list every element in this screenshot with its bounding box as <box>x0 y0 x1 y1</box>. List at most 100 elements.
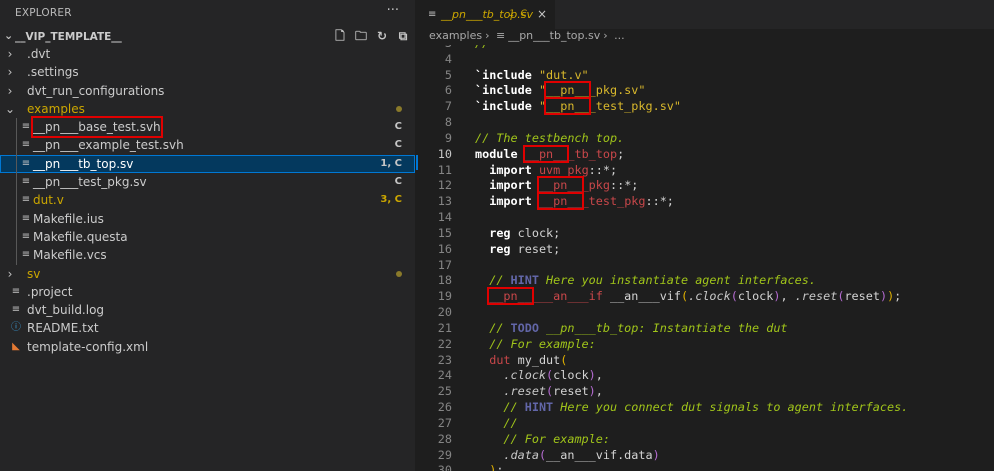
tree-item[interactable]: ≡ __pn___test_pkg.sv C <box>0 173 415 191</box>
code-token: // For example: <box>489 336 596 351</box>
breadcrumb-symbol[interactable]: ... <box>614 29 625 42</box>
line-number: 21 <box>437 320 452 335</box>
code-token: , <box>780 289 795 304</box>
code-line: 28 // For example: <box>416 432 994 448</box>
tree-item-label: Makefile.vcs <box>33 248 107 263</box>
workspace-root[interactable]: ⌄ __VIP_TEMPLATE__ 🗋 🗀 ↻ ⧉ <box>0 27 415 47</box>
line-number: 15 <box>437 225 452 240</box>
code-text: // <box>475 45 489 52</box>
code-token: _tb_top <box>567 146 618 161</box>
code-token: clock; <box>510 225 561 240</box>
status-badge: C <box>394 121 402 133</box>
ellipsis-icon[interactable]: ··· <box>387 3 399 18</box>
code-token: // <box>503 400 525 415</box>
tree-item[interactable]: ≡ __pn___base_test.svh C <box>0 116 415 139</box>
tree-item-label: __pn___test_pkg.sv <box>33 175 147 190</box>
code-text: reg clock; <box>475 226 560 242</box>
code-token: " <box>538 83 547 98</box>
code-line: 22 // For example: <box>416 337 994 353</box>
new-folder-icon[interactable]: 🗀 <box>353 28 369 44</box>
file-lines-icon: ≡ <box>21 157 31 169</box>
tree-item[interactable]: ≡ dut.v 3, C <box>0 191 415 209</box>
code-token: Here you instantiate agent interfaces. <box>538 273 816 288</box>
breadcrumb-file[interactable]: __pn___tb_top.sv <box>508 29 600 42</box>
tree-item[interactable]: › dvt_run_configurations <box>0 82 415 100</box>
code-text: import __pn___test_pkg::*; <box>475 192 674 211</box>
tree-item[interactable]: ≡ __pn___example_test.svh C <box>0 136 415 154</box>
status-badge: C <box>394 176 402 188</box>
code-token: ::*; <box>645 194 674 209</box>
tree-item-label: dut.v <box>33 193 64 208</box>
breadcrumb: examples › ≡ __pn___tb_top.sv › ... <box>429 29 628 45</box>
tree-item[interactable]: ≡ dvt_build.log <box>0 301 415 319</box>
tree-item[interactable]: › .settings <box>0 63 415 81</box>
file-lines-icon: ≡ <box>428 9 437 20</box>
code-text: reg reset; <box>475 242 560 258</box>
line-number: 23 <box>437 352 452 367</box>
code-token: ( <box>560 352 568 367</box>
collapse-all-icon[interactable]: ⧉ <box>395 28 411 44</box>
code-line: 15 reg clock; <box>416 226 994 242</box>
code-text: `include "dut.v" <box>475 68 589 84</box>
editor: ≡ __pn___tb_top.sv 1, C × examples › ≡ __p… <box>416 0 994 471</box>
code-token: clock <box>737 289 774 304</box>
info-icon: ⓘ <box>11 322 21 334</box>
tree-item[interactable]: ⓘ README.txt <box>0 319 415 337</box>
code-text: .data(__an___vif.data) <box>475 448 659 464</box>
file-lines-icon: ≡ <box>11 285 21 297</box>
line-number: 22 <box>437 336 452 351</box>
tree-item[interactable]: ≡ .project <box>0 283 415 301</box>
tree-item-label: examples <box>27 101 85 116</box>
code-line: 13 import __pn___test_pkg::*; <box>416 192 994 211</box>
code-line: 21 // TODO __pn___tb_top: Instantiate th… <box>416 321 994 337</box>
code-text: // For example: <box>475 337 596 353</box>
line-number: 13 <box>437 194 452 209</box>
code-token: _pkg <box>581 178 610 193</box>
code-token: _test_pkg.sv" <box>588 99 682 114</box>
refresh-icon[interactable]: ↻ <box>374 28 390 44</box>
breadcrumb-examples[interactable]: examples <box>429 29 482 42</box>
tree-item[interactable]: ≡ Makefile.ius <box>0 210 415 228</box>
code-token: ; <box>617 146 625 161</box>
close-icon[interactable]: × <box>537 0 547 29</box>
code-area[interactable]: 3//45`include "dut.v"6`include "__pn___p… <box>416 45 994 471</box>
tree-item[interactable]: ≡ __pn___tb_top.sv 1, C <box>0 154 415 174</box>
code-token: HINT <box>510 273 539 288</box>
line-number: 8 <box>444 115 452 130</box>
indent-guide <box>16 118 17 265</box>
code-token: reset; <box>510 241 561 256</box>
tree-item[interactable]: ≡ Makefile.vcs <box>0 246 415 264</box>
line-number: 6 <box>444 83 452 98</box>
file-lines-icon: ≡ <box>11 304 21 316</box>
line-number: 28 <box>437 431 452 446</box>
code-text: // <box>475 416 517 432</box>
code-token: .reset <box>503 384 547 399</box>
tree-item[interactable]: › .dvt <box>0 45 415 63</box>
code-line: 10 module __pn___tb_top; <box>416 144 994 163</box>
tab-tb-top[interactable]: ≡ __pn___tb_top.sv 1, C × <box>416 0 555 29</box>
tree-item[interactable]: ⌄ examples <box>0 100 415 118</box>
tree-item[interactable]: ◣ template-config.xml <box>0 338 415 356</box>
code-token: // <box>475 45 489 50</box>
tree-item-label: __pn___base_test.svh <box>31 116 163 139</box>
code-token: HINT <box>524 400 554 415</box>
tree-item-label: .dvt <box>27 47 51 61</box>
code-token: import <box>489 178 532 193</box>
code-token: Here you connect dut signals to agent in… <box>553 400 909 415</box>
status-badge: C <box>394 139 402 151</box>
new-file-icon[interactable]: 🗋 <box>332 28 348 44</box>
file-lines-icon: ≡ <box>21 121 31 133</box>
tree-item[interactable]: ≡ Makefile.questa <box>0 228 415 246</box>
code-token: reg <box>489 241 511 256</box>
code-text: dut my_dut( <box>475 353 567 369</box>
code-line: 30 ); <box>416 463 994 471</box>
code-token: `include <box>475 83 532 98</box>
tree-item[interactable]: › sv <box>0 265 415 283</box>
code-text: import uvm_pkg::*; <box>475 163 617 179</box>
tree-item-label: dvt_build.log <box>27 303 105 318</box>
